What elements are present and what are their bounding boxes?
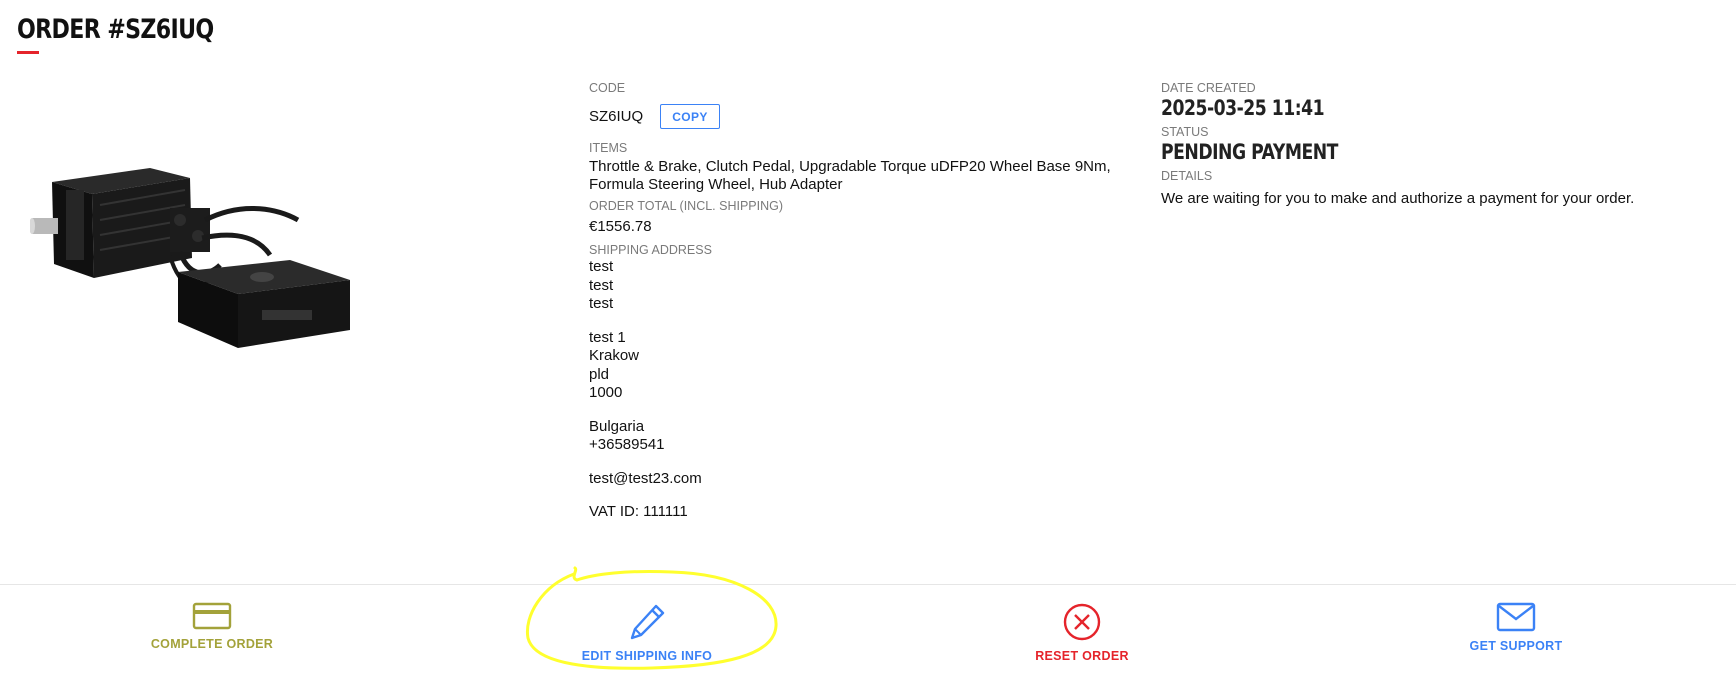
address-postcode-line: 1000 (589, 384, 623, 401)
items-label: ITEMS (589, 141, 628, 155)
address-city-line: Krakow (589, 347, 640, 364)
edit-shipping-info-label: EDIT SHIPPING INFO (581, 649, 713, 663)
shipping-address: test test test test 1 Krakow pld 1000 Bu… (589, 258, 1129, 522)
get-support-button[interactable]: GET SUPPORT (1386, 602, 1646, 653)
order-total-value: €1556.78 (589, 218, 652, 235)
order-total-label: ORDER TOTAL (INCL. SHIPPING) (589, 199, 784, 213)
address-email: test@test23.com (589, 469, 702, 487)
order-details: CODE SZ6IUQ COPY ITEMS Throttle & Brake,… (589, 80, 1129, 522)
close-circle-icon (1063, 603, 1101, 641)
address-country: Bulgaria (589, 417, 645, 435)
shipping-address-label: SHIPPING ADDRESS (589, 243, 712, 257)
credit-card-icon (192, 602, 232, 630)
address-name-line: test (589, 258, 614, 275)
order-status-panel: DATE CREATED 2025-03-25 11:41 STATUS PEN… (1161, 80, 1721, 208)
date-created-value: 2025-03-25 11:41 (1161, 96, 1325, 120)
get-support-label: GET SUPPORT (1469, 639, 1563, 653)
address-vat-id: VAT ID: 111111 (589, 503, 688, 520)
reset-order-button[interactable]: RESET ORDER (952, 602, 1212, 663)
address-name-line: test (589, 276, 614, 294)
code-row: SZ6IUQ COPY (589, 102, 1129, 130)
code-label: CODE (589, 81, 626, 95)
details-label: DETAILS (1161, 169, 1213, 183)
order-page: ORDER #SZ6IUQ CODE SZ6IUQ COPY ITEMS Thr… (0, 0, 1736, 676)
status-value: PENDING PAYMENT (1161, 140, 1338, 164)
items-list: Throttle & Brake, Clutch Pedal, Upgradab… (589, 158, 1111, 193)
edit-shipping-info-button[interactable]: EDIT SHIPPING INFO (517, 602, 777, 663)
copy-code-button[interactable]: COPY (660, 103, 720, 129)
title-accent-bar (17, 51, 39, 54)
complete-order-label: COMPLETE ORDER (150, 637, 274, 651)
pencil-icon (630, 604, 665, 640)
address-region-line: pld (589, 365, 610, 383)
date-created-label: DATE CREATED (1161, 81, 1256, 95)
address-name-line: test (589, 295, 614, 312)
product-image (30, 168, 350, 348)
address-street-line: test 1 (589, 328, 626, 346)
order-code: SZ6IUQ (589, 107, 644, 125)
complete-order-button[interactable]: COMPLETE ORDER (82, 602, 342, 651)
envelope-icon (1496, 602, 1536, 632)
status-label: STATUS (1161, 125, 1209, 139)
address-phone: +36589541 (589, 436, 665, 453)
page-title: ORDER #SZ6IUQ (17, 14, 214, 45)
reset-order-label: RESET ORDER (1035, 649, 1129, 663)
details-value: We are waiting for you to make and autho… (1161, 190, 1635, 207)
footer-divider (0, 584, 1736, 585)
